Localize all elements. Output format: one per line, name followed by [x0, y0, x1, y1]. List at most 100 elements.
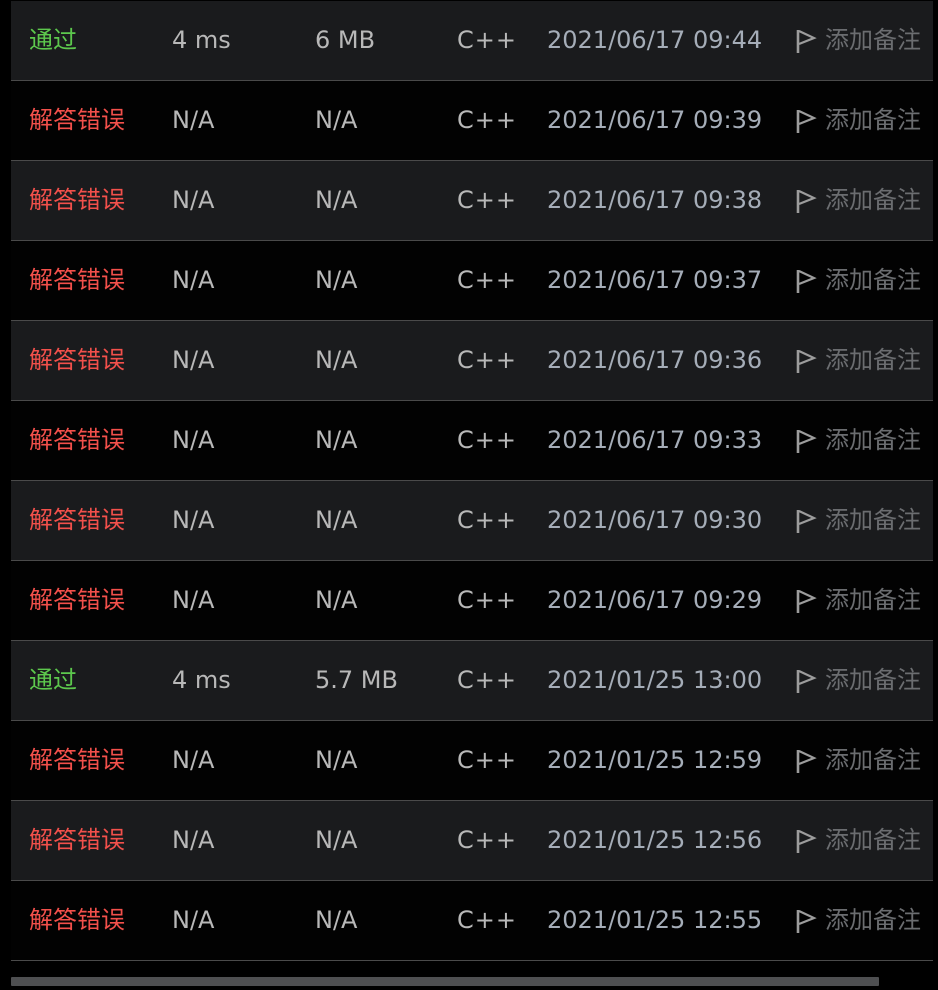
flag-icon: [795, 428, 825, 454]
add-note-button[interactable]: 添加备注: [795, 321, 921, 400]
language-value: C++: [457, 426, 517, 454]
add-note-button[interactable]: 添加备注: [795, 881, 921, 960]
submit-time: 2021/06/17 09:33: [547, 426, 763, 454]
status-link[interactable]: 解答错误: [29, 161, 125, 240]
submit-time: 2021/06/17 09:36: [547, 346, 763, 374]
submit-time: 2021/06/17 09:39: [547, 106, 763, 134]
table-row: 解答错误 N/A N/A C++ 2021/06/17 09:39 添加备注: [11, 81, 933, 161]
flag-icon: [795, 28, 825, 54]
add-note-button[interactable]: 添加备注: [795, 161, 921, 240]
language-value: C++: [457, 186, 517, 214]
add-note-label: 添加备注: [825, 26, 921, 54]
table-row: 通过 4 ms 5.7 MB C++ 2021/01/25 13:00 添加备注: [11, 641, 933, 721]
language-value: C++: [457, 506, 517, 534]
table-row: 解答错误 N/A N/A C++ 2021/06/17 09:30 添加备注: [11, 481, 933, 561]
runtime-value: N/A: [172, 506, 215, 534]
status-link[interactable]: 解答错误: [29, 241, 125, 320]
runtime-value: N/A: [172, 586, 215, 614]
add-note-label: 添加备注: [825, 346, 921, 374]
status-link[interactable]: 解答错误: [29, 81, 125, 160]
scrollbar-thumb[interactable]: [11, 977, 879, 986]
memory-value: N/A: [315, 906, 358, 934]
memory-value: N/A: [315, 746, 358, 774]
memory-value: N/A: [315, 266, 358, 294]
language-value: C++: [457, 586, 517, 614]
flag-icon: [795, 668, 825, 694]
table-row: 解答错误 N/A N/A C++ 2021/06/17 09:29 添加备注: [11, 561, 933, 641]
add-note-button[interactable]: 添加备注: [795, 641, 921, 720]
flag-icon: [795, 108, 825, 134]
add-note-label: 添加备注: [825, 266, 921, 294]
add-note-label: 添加备注: [825, 826, 921, 854]
add-note-label: 添加备注: [825, 186, 921, 214]
status-link[interactable]: 解答错误: [29, 401, 125, 480]
add-note-label: 添加备注: [825, 906, 921, 934]
table-row: 解答错误 N/A N/A C++ 2021/06/17 09:38 添加备注: [11, 161, 933, 241]
runtime-value: N/A: [172, 266, 215, 294]
memory-value: N/A: [315, 426, 358, 454]
memory-value: N/A: [315, 186, 358, 214]
submit-time: 2021/01/25 13:00: [547, 666, 763, 694]
language-value: C++: [457, 826, 517, 854]
status-link[interactable]: 解答错误: [29, 881, 125, 960]
flag-icon: [795, 908, 825, 934]
table-row: 解答错误 N/A N/A C++ 2021/06/17 09:37 添加备注: [11, 241, 933, 321]
add-note-label: 添加备注: [825, 586, 921, 614]
flag-icon: [795, 828, 825, 854]
status-link[interactable]: 解答错误: [29, 321, 125, 400]
submit-time: 2021/01/25 12:56: [547, 826, 763, 854]
table-row: 解答错误 N/A N/A C++ 2021/01/25 12:56 添加备注: [11, 801, 933, 881]
table-row: 解答错误 N/A N/A C++ 2021/06/17 09:33 添加备注: [11, 401, 933, 481]
language-value: C++: [457, 666, 517, 694]
status-link[interactable]: 通过: [29, 1, 77, 80]
status-link[interactable]: 解答错误: [29, 481, 125, 560]
language-value: C++: [457, 106, 517, 134]
add-note-label: 添加备注: [825, 506, 921, 534]
memory-value: 6 MB: [315, 26, 376, 54]
memory-value: N/A: [315, 826, 358, 854]
status-link[interactable]: 解答错误: [29, 561, 125, 640]
submit-time: 2021/01/25 12:59: [547, 746, 763, 774]
status-link[interactable]: 通过: [29, 641, 77, 720]
status-link[interactable]: 解答错误: [29, 801, 125, 880]
add-note-button[interactable]: 添加备注: [795, 1, 921, 80]
flag-icon: [795, 348, 825, 374]
add-note-button[interactable]: 添加备注: [795, 401, 921, 480]
add-note-label: 添加备注: [825, 426, 921, 454]
add-note-button[interactable]: 添加备注: [795, 241, 921, 320]
add-note-button[interactable]: 添加备注: [795, 481, 921, 560]
memory-value: 5.7 MB: [315, 666, 398, 694]
runtime-value: N/A: [172, 346, 215, 374]
runtime-value: N/A: [172, 906, 215, 934]
flag-icon: [795, 508, 825, 534]
table-row: 解答错误 N/A N/A C++ 2021/01/25 12:59 添加备注: [11, 721, 933, 801]
flag-icon: [795, 188, 825, 214]
runtime-value: 4 ms: [172, 26, 231, 54]
table-row: 解答错误 N/A N/A C++ 2021/06/17 09:36 添加备注: [11, 321, 933, 401]
language-value: C++: [457, 746, 517, 774]
add-note-label: 添加备注: [825, 666, 921, 694]
runtime-value: N/A: [172, 426, 215, 454]
flag-icon: [795, 268, 825, 294]
add-note-button[interactable]: 添加备注: [795, 721, 921, 800]
language-value: C++: [457, 906, 517, 934]
table-row: 解答错误 N/A N/A C++ 2021/01/25 12:55 添加备注: [11, 881, 933, 961]
submit-time: 2021/06/17 09:44: [547, 26, 763, 54]
memory-value: N/A: [315, 506, 358, 534]
add-note-label: 添加备注: [825, 106, 921, 134]
add-note-button[interactable]: 添加备注: [795, 81, 921, 160]
memory-value: N/A: [315, 586, 358, 614]
add-note-label: 添加备注: [825, 746, 921, 774]
add-note-button[interactable]: 添加备注: [795, 801, 921, 880]
status-link[interactable]: 解答错误: [29, 721, 125, 800]
add-note-button[interactable]: 添加备注: [795, 561, 921, 640]
submit-time: 2021/06/17 09:37: [547, 266, 763, 294]
submit-time: 2021/01/25 12:55: [547, 906, 763, 934]
language-value: C++: [457, 266, 517, 294]
runtime-value: N/A: [172, 746, 215, 774]
flag-icon: [795, 748, 825, 774]
language-value: C++: [457, 26, 517, 54]
runtime-value: 4 ms: [172, 666, 231, 694]
flag-icon: [795, 588, 825, 614]
submit-time: 2021/06/17 09:29: [547, 586, 763, 614]
